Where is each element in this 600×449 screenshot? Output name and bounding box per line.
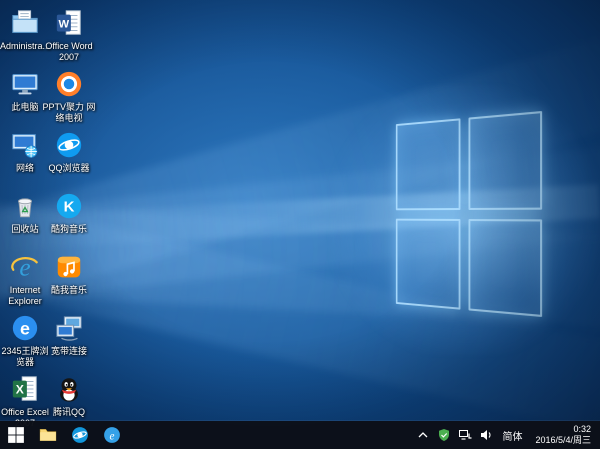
tray-expand-button[interactable] <box>415 428 430 443</box>
logo-pane <box>468 219 542 318</box>
internet-explorer-icon: e <box>10 252 40 282</box>
tray-network-button[interactable] <box>457 428 472 443</box>
taskbar: e <box>0 421 600 449</box>
word-icon: W <box>54 8 84 38</box>
icon-label: 腾讯QQ <box>41 407 97 418</box>
browser-2345-icon: e <box>10 313 40 343</box>
icon-label: PPTV聚力 网络电视 <box>41 102 97 124</box>
logo-pane <box>468 111 542 210</box>
recycle-bin-icon <box>10 191 40 221</box>
windows-logo-glow <box>330 85 600 355</box>
clock-time: 0:32 <box>573 424 591 435</box>
speaker-icon <box>479 428 493 442</box>
start-icon <box>7 426 25 444</box>
broadband-icon <box>54 313 84 343</box>
chevron-up-icon <box>416 428 430 442</box>
user-folder-icon <box>10 8 40 38</box>
desktop-icon-kuwo[interactable]: 酷我音乐 <box>45 252 93 296</box>
pptv-icon <box>54 69 84 99</box>
shield-icon <box>437 428 451 442</box>
logo-pane <box>396 218 460 309</box>
file-explorer-icon <box>39 426 57 444</box>
tray-volume-button[interactable] <box>478 428 493 443</box>
icon-label: 酷狗音乐 <box>41 224 97 235</box>
file-explorer-button[interactable] <box>32 421 64 449</box>
qq-browser-taskbar-button[interactable] <box>64 421 96 449</box>
icon-label: 宽带连接 <box>41 346 97 357</box>
desktop-icon-pptv[interactable]: PPTV聚力 网络电视 <box>45 69 93 124</box>
ie-taskbar-button[interactable]: e <box>96 421 128 449</box>
windows-hero-logo <box>396 111 542 317</box>
desktop-icon-tencent-qq[interactable]: 腾讯QQ <box>45 374 93 418</box>
kuwo-icon <box>54 252 84 282</box>
kugou-icon: K <box>54 191 84 221</box>
desktop-icon-2345-browser[interactable]: e 2345王牌浏览器 <box>1 313 49 368</box>
logo-pane <box>396 118 460 209</box>
excel-icon: X <box>10 374 40 404</box>
svg-text:e: e <box>110 431 115 443</box>
tray-security-button[interactable] <box>436 428 451 443</box>
svg-text:X: X <box>16 383 25 397</box>
system-tray: 简体 0:32 2016/5/4/周三 <box>415 421 600 449</box>
svg-text:e: e <box>20 319 30 339</box>
network-icon <box>10 130 40 160</box>
ie-browser-icon: e <box>103 426 121 444</box>
icon-label: QQ浏览器 <box>41 163 97 174</box>
desktop-icon-broadband[interactable]: 宽带连接 <box>45 313 93 357</box>
network-status-icon <box>458 428 472 442</box>
tencent-qq-icon <box>54 374 84 404</box>
icon-label: Office Word 2007 <box>41 41 97 63</box>
windows-desktop: Administra... 此电脑 网络 回收站 e <box>0 0 600 449</box>
qq-browser-icon <box>71 426 89 444</box>
desktop-icon-kugou[interactable]: K 酷狗音乐 <box>45 191 93 235</box>
clock-date: 2016/5/4/周三 <box>535 435 591 446</box>
this-pc-icon <box>10 69 40 99</box>
taskbar-left: e <box>0 421 128 449</box>
ime-indicator[interactable]: 简体 <box>499 428 525 443</box>
start-button[interactable] <box>0 421 32 449</box>
desktop-icon-office-word[interactable]: W Office Word 2007 <box>45 8 93 63</box>
desktop-icon-internet-explorer[interactable]: e Internet Explorer <box>1 252 49 307</box>
svg-text:W: W <box>59 19 70 31</box>
svg-text:K: K <box>64 199 75 216</box>
clock[interactable]: 0:32 2016/5/4/周三 <box>531 424 595 446</box>
desktop-icon-qq-browser[interactable]: QQ浏览器 <box>45 130 93 174</box>
qq-browser-icon <box>54 130 84 160</box>
icon-label: 酷我音乐 <box>41 285 97 296</box>
